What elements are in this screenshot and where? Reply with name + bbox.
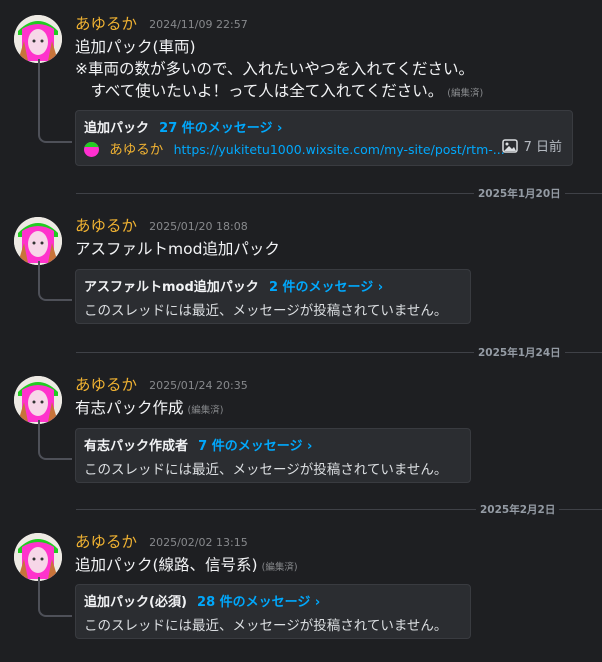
preview-avatar (84, 142, 99, 157)
thread-message-count[interactable]: 27 件のメッセージ › (159, 121, 282, 136)
thread-name[interactable]: 有志パック作成者 (84, 439, 188, 454)
image-icon (501, 139, 518, 153)
thread-card[interactable]: 有志パック作成者 7 件のメッセージ › このスレッドには最近、メッセージが投稿… (75, 428, 471, 483)
timestamp[interactable]: 2024/11/09 22:57 (149, 18, 248, 31)
thread-connector (38, 577, 72, 617)
author-name[interactable]: あゆるか (75, 15, 137, 33)
message-text: 有志パック作成 (編集済) (75, 399, 224, 417)
avatar[interactable] (14, 376, 62, 424)
message-header: あゆるか 2024/11/09 22:57 (75, 12, 248, 34)
thread-connector (38, 261, 72, 301)
thread-name[interactable]: 追加パック (84, 121, 149, 136)
timestamp[interactable]: 2025/02/02 13:15 (149, 536, 248, 549)
message-header: あゆるか 2025/01/24 20:35 (75, 373, 248, 395)
thread-message-count[interactable]: 7 件のメッセージ › (198, 439, 312, 454)
avatar[interactable] (14, 15, 62, 63)
date-divider: 2025年1月20日 (76, 186, 602, 201)
thread-age: 7 日前 (501, 136, 562, 155)
message-header: あゆるか 2025/02/02 13:15 (75, 530, 248, 552)
avatar-image (14, 15, 62, 63)
thread-preview: このスレッドには最近、メッセージが投稿されていません。 (84, 303, 448, 319)
preview-link[interactable]: https://yukitetu1000.wixsite.com/my-site… (174, 142, 505, 157)
message-text: 追加パック(線路、信号系) (編集済) (75, 556, 298, 574)
message-text: すべて使いたいよ！って人は全て入れてください。 (編集済) (75, 82, 484, 100)
author-name[interactable]: あゆるか (75, 217, 137, 235)
preview-author: あゆるか (109, 142, 164, 158)
message-text: ※車両の数が多いので、入れたいやつを入れてください。 (75, 60, 474, 78)
thread-title-row: 追加パック 27 件のメッセージ › (84, 117, 282, 136)
thread-title-row: 有志パック作成者 7 件のメッセージ › (84, 435, 312, 454)
thread-connector (38, 59, 72, 143)
thread-message-count[interactable]: 28 件のメッセージ › (197, 595, 320, 610)
edited-label: (編集済) (261, 562, 298, 573)
thread-card[interactable]: アスファルトmod追加パック 2 件のメッセージ › このスレッドには最近、メッ… (75, 269, 471, 324)
date-divider: 2025年1月24日 (76, 345, 602, 360)
edited-label: (編集済) (447, 88, 484, 99)
avatar[interactable] (14, 217, 62, 265)
thread-preview: あゆるか https://yukitetu1000.wixsite.com/my… (84, 138, 505, 158)
date-divider-label: 2025年1月24日 (474, 345, 565, 360)
author-name[interactable]: あゆるか (75, 376, 137, 394)
date-divider: 2025年2月2日 (76, 502, 602, 517)
thread-title-row: アスファルトmod追加パック 2 件のメッセージ › (84, 276, 383, 295)
avatar[interactable] (14, 533, 62, 581)
thread-card[interactable]: 追加パック 27 件のメッセージ › あゆるか https://yukitetu… (75, 110, 573, 166)
thread-title-row: 追加パック(必須) 28 件のメッセージ › (84, 591, 320, 610)
thread-preview: このスレッドには最近、メッセージが投稿されていません。 (84, 462, 448, 478)
avatar-image (14, 533, 62, 581)
thread-preview: このスレッドには最近、メッセージが投稿されていません。 (84, 618, 448, 634)
date-divider-label: 2025年2月2日 (476, 502, 560, 517)
message-text: アスファルトmod追加パック (75, 240, 280, 258)
edited-label: (編集済) (187, 405, 224, 416)
thread-name[interactable]: アスファルトmod追加パック (84, 280, 259, 295)
thread-card[interactable]: 追加パック(必須) 28 件のメッセージ › このスレッドには最近、メッセージが… (75, 584, 471, 639)
author-name[interactable]: あゆるか (75, 533, 137, 551)
date-divider-label: 2025年1月20日 (474, 186, 565, 201)
timestamp[interactable]: 2025/01/24 20:35 (149, 379, 248, 392)
avatar-image (14, 376, 62, 424)
thread-name[interactable]: 追加パック(必須) (84, 595, 187, 610)
timestamp[interactable]: 2025/01/20 18:08 (149, 220, 248, 233)
thread-connector (38, 420, 72, 460)
thread-message-count[interactable]: 2 件のメッセージ › (269, 280, 383, 295)
message-text: 追加パック(車両) (75, 38, 196, 56)
avatar-image (14, 217, 62, 265)
message-header: あゆるか 2025/01/20 18:08 (75, 214, 248, 236)
